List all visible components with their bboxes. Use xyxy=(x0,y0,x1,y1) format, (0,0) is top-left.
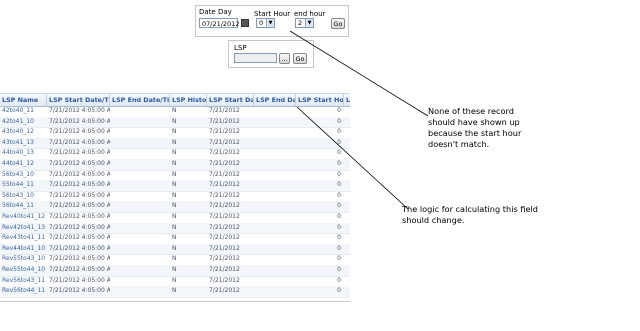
arrow-to-start-hour-column xyxy=(296,106,409,210)
annotation-note-logic: The logic for calculating this field sho… xyxy=(402,204,539,225)
annotation-note-start-hour: None of these record should have shown u… xyxy=(428,106,522,149)
arrow-to-start-hour xyxy=(289,30,429,117)
annotation-arrows xyxy=(289,30,429,210)
